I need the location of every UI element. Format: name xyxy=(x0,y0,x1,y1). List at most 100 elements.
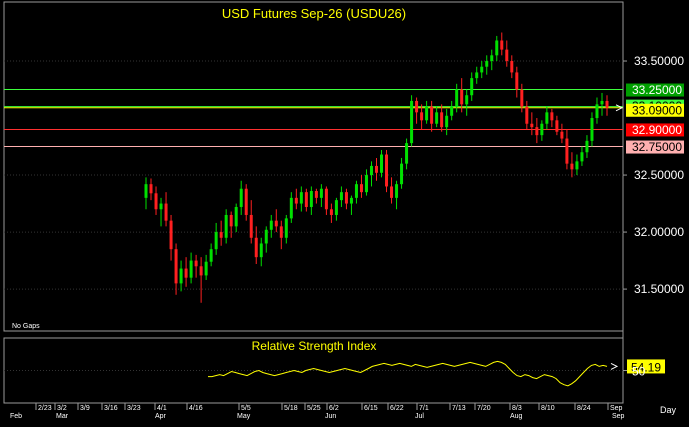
month-label: Apr xyxy=(155,413,167,420)
time-tick-label: 5/5 xyxy=(241,405,251,412)
candle-body xyxy=(324,188,328,210)
candle-body xyxy=(274,220,278,227)
chart-canvas: 33.2500033.1000033.0900032.9000032.75000… xyxy=(3,1,684,420)
month-label: Mar xyxy=(56,413,69,420)
candle-body xyxy=(259,243,263,258)
price-tick-label: 32.50000 xyxy=(634,168,684,182)
time-tick-label: 5/18 xyxy=(284,405,298,412)
candle-body xyxy=(249,214,253,238)
candle-body xyxy=(364,175,368,193)
candle-body xyxy=(605,100,609,108)
candle-body xyxy=(329,209,333,215)
candle-body xyxy=(505,49,509,62)
candle-body xyxy=(565,138,569,164)
candle-body xyxy=(219,232,223,238)
candle-body xyxy=(460,89,464,105)
candle-body xyxy=(164,203,168,221)
candle-body xyxy=(149,184,153,194)
reference-label: 33.09000 xyxy=(632,103,682,117)
candle-body xyxy=(199,266,203,276)
candle-body xyxy=(294,197,298,204)
candle-body xyxy=(485,61,489,67)
time-tick-label: 5/25 xyxy=(307,405,321,412)
time-axis: 2/23 3/2 3/9 3/16 3/23 4/1 4/16 5/5 5/18 5/25 6/2 6… xyxy=(10,403,625,420)
month-label: Jun xyxy=(325,413,336,420)
rsi-tick-label: 50 xyxy=(632,365,646,379)
time-tick-label: Sep xyxy=(610,405,623,412)
candle-body xyxy=(189,260,193,278)
candle-body xyxy=(234,206,238,227)
candle-body xyxy=(154,193,158,210)
candle-body xyxy=(440,112,444,128)
time-tick-label: 7/13 xyxy=(452,405,466,412)
candle-body xyxy=(339,192,343,201)
candle-body xyxy=(214,232,218,250)
time-axis-unit: Day xyxy=(660,405,677,415)
candle-body xyxy=(284,218,288,238)
time-tick-label: 7/20 xyxy=(477,405,491,412)
candle-body xyxy=(269,220,273,230)
time-tick-label: 8/24 xyxy=(577,405,591,412)
candle-body xyxy=(415,100,419,113)
candle-body xyxy=(344,192,348,204)
month-label: Aug xyxy=(510,413,523,420)
candle-body xyxy=(179,268,183,284)
candle-body xyxy=(510,61,514,73)
candle-body xyxy=(490,55,494,62)
time-tick-label: 3/16 xyxy=(104,405,118,412)
candle-body xyxy=(425,106,429,121)
price-tick-label: 33.50000 xyxy=(634,54,684,68)
candle-body xyxy=(314,191,318,198)
time-tick-label: 6/22 xyxy=(390,405,404,412)
candle-body xyxy=(445,115,449,128)
candle-body xyxy=(580,152,584,162)
time-tick-label: 3/9 xyxy=(80,405,90,412)
price-tick-label: 31.50000 xyxy=(634,282,684,296)
candle-body xyxy=(465,95,469,105)
candle-body xyxy=(525,106,529,124)
candle-body xyxy=(309,191,313,207)
candle-body xyxy=(229,214,233,227)
month-label: Jul xyxy=(415,413,424,420)
candle-body xyxy=(369,165,373,176)
candle-body xyxy=(405,143,409,164)
candle-body xyxy=(299,192,303,204)
candle-body xyxy=(455,89,459,107)
candle-body xyxy=(209,249,213,262)
candle-body xyxy=(560,131,564,139)
candle-body xyxy=(410,100,414,144)
time-tick-label: 4/16 xyxy=(189,405,203,412)
candle-body xyxy=(380,154,384,173)
candle-body xyxy=(289,197,293,219)
candle-body xyxy=(204,261,208,276)
reference-label: 33.25000 xyxy=(632,83,682,97)
candle-body xyxy=(550,112,554,121)
time-tick-label: 8/10 xyxy=(541,405,555,412)
candle-body xyxy=(174,249,178,284)
time-tick-label: 4/1 xyxy=(157,405,167,412)
candle-body xyxy=(224,214,228,238)
no-gaps-note: No Gaps xyxy=(12,323,40,330)
candle-body xyxy=(264,229,268,244)
candle-body xyxy=(595,104,599,119)
time-tick-label: 8/3 xyxy=(512,405,522,412)
candle-body xyxy=(144,184,148,198)
time-tick-label: 7/1 xyxy=(419,405,429,412)
candle-body xyxy=(435,112,439,124)
candle-body xyxy=(244,188,248,215)
candle-body xyxy=(279,226,283,238)
candle-body xyxy=(495,40,499,56)
candle-body xyxy=(585,140,589,153)
candle-body xyxy=(515,72,519,90)
month-label: Feb xyxy=(10,413,22,420)
candle-body xyxy=(430,106,434,124)
time-tick-label: 3/2 xyxy=(57,405,67,412)
candle-body xyxy=(520,89,524,107)
month-label: May xyxy=(237,413,251,420)
price-tick-label: 32.00000 xyxy=(634,225,684,239)
candle-body xyxy=(304,192,308,207)
candle-body xyxy=(390,186,394,198)
rsi-title: Relative Strength Index xyxy=(252,339,377,353)
candle-body xyxy=(420,112,424,121)
candle-body xyxy=(540,123,544,136)
